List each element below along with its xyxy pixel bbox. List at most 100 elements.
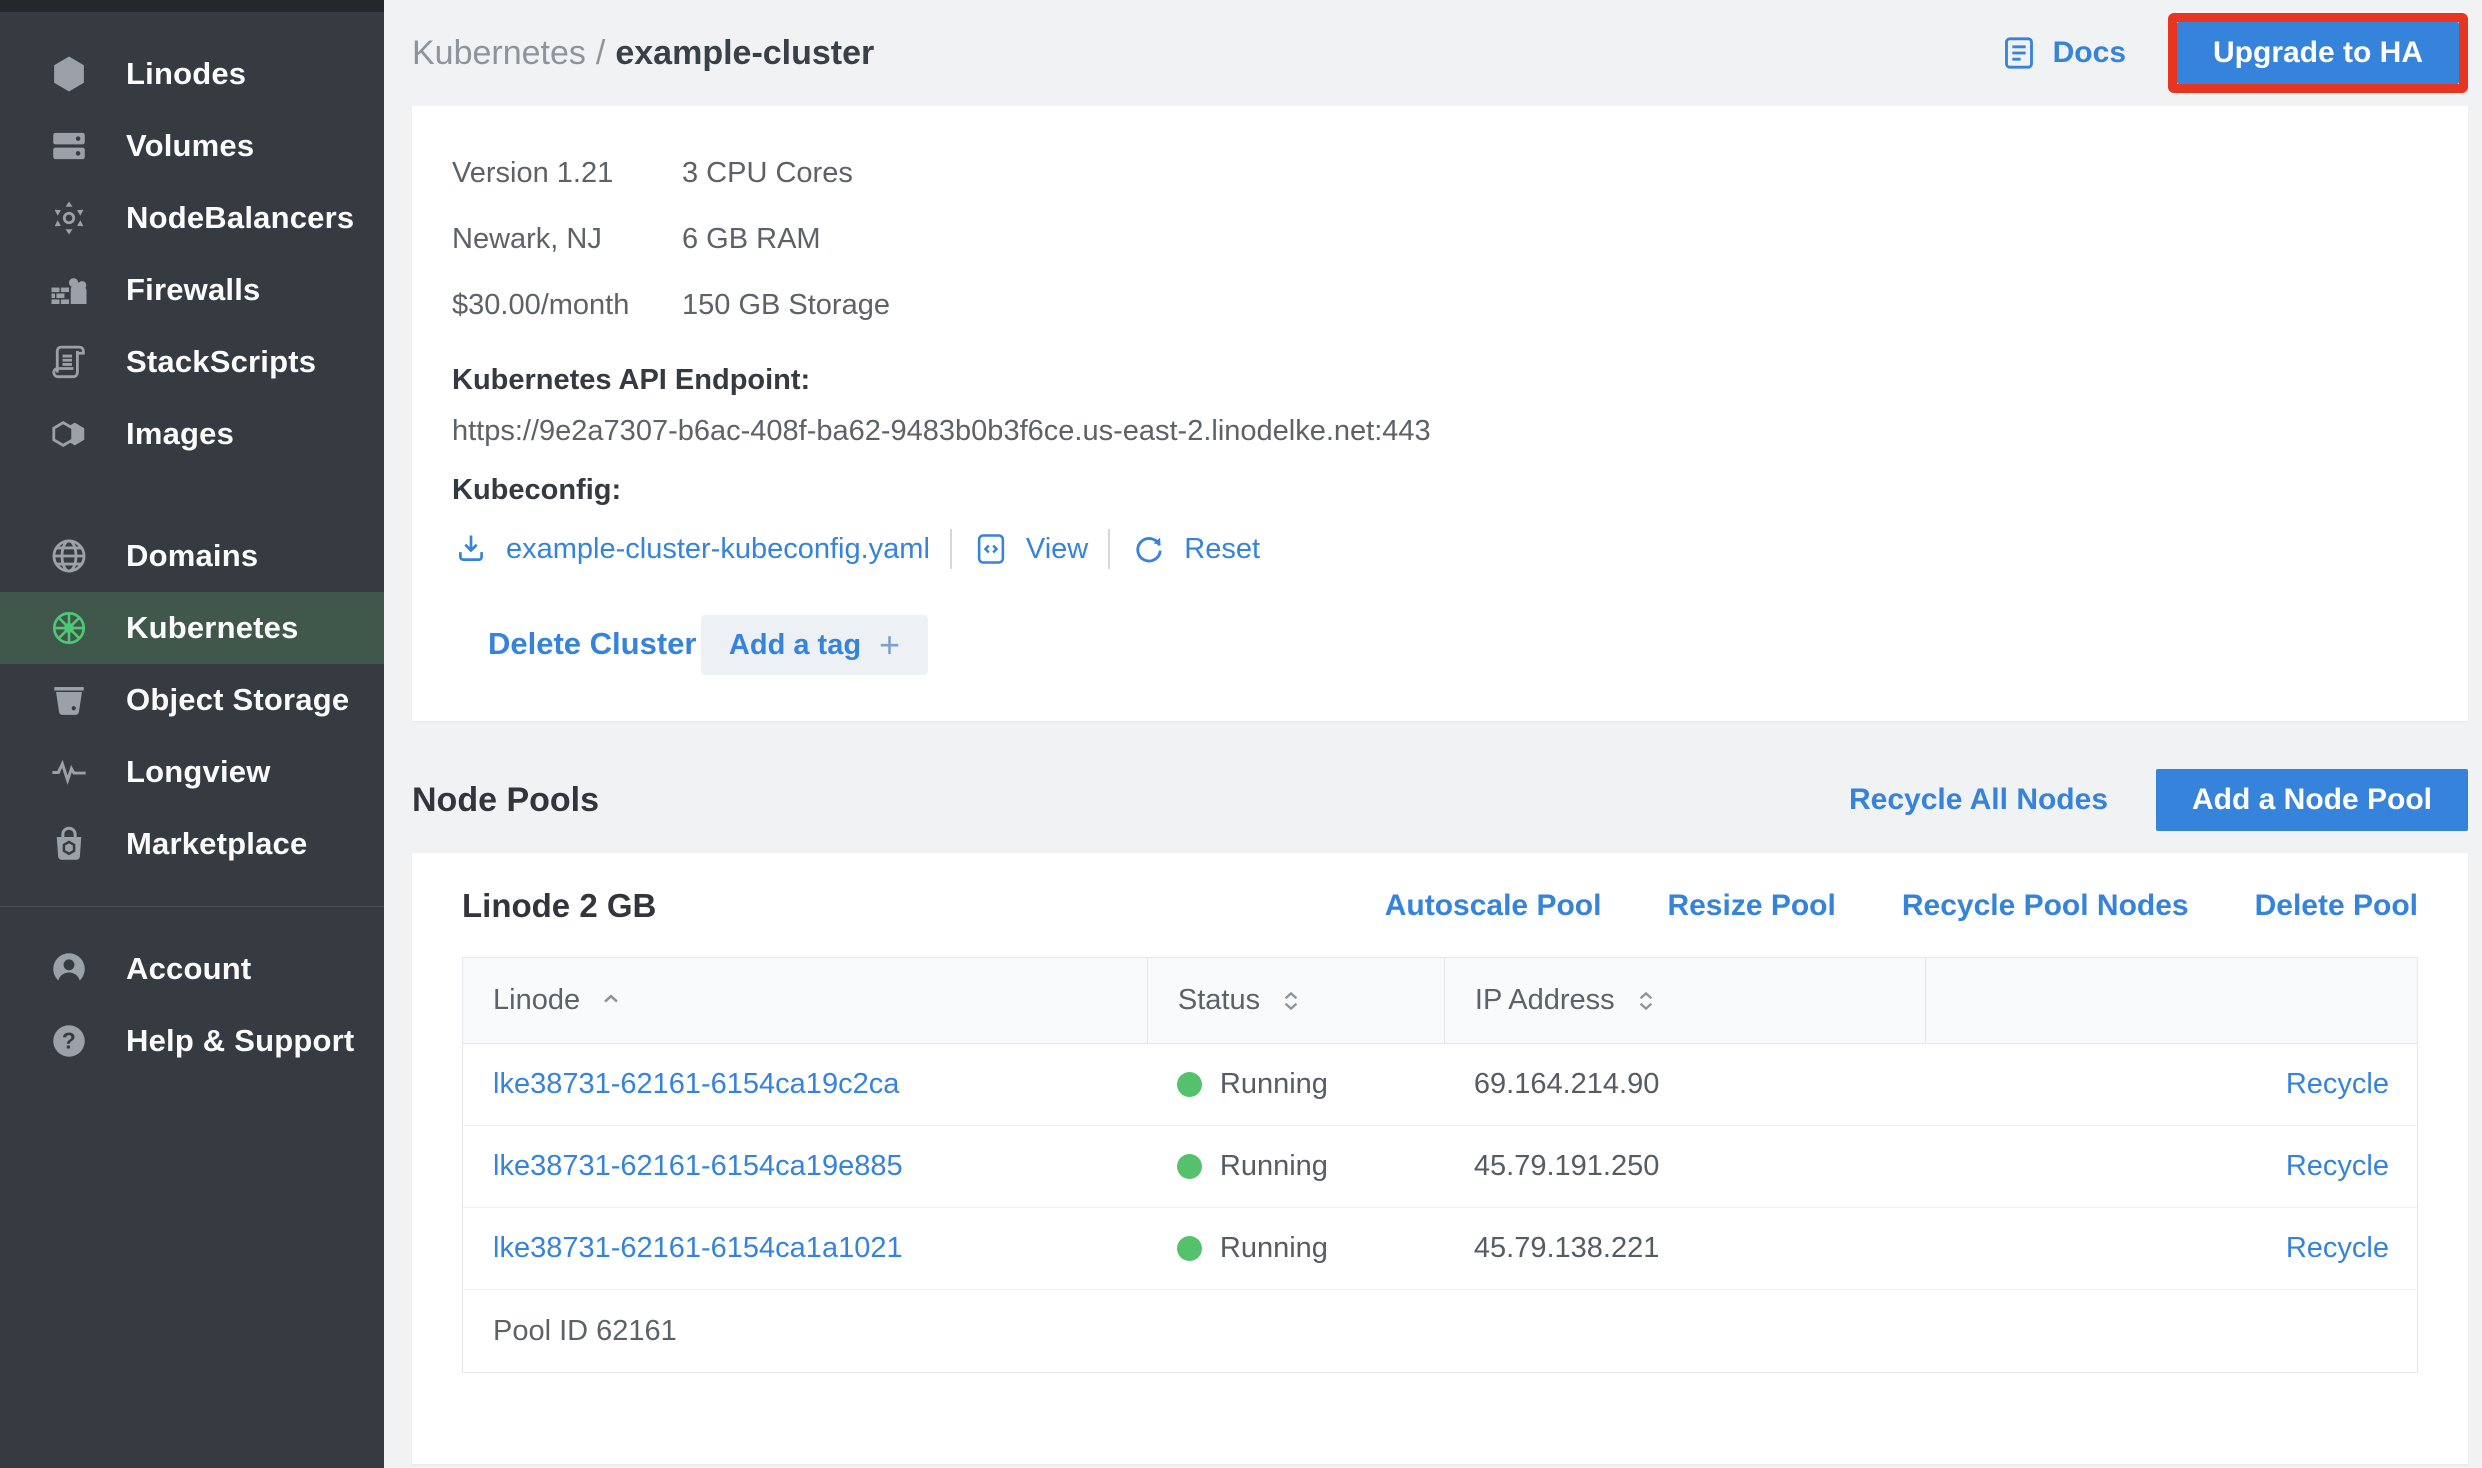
sidebar-top-strip: [0, 0, 384, 12]
cluster-region: Newark, NJ: [452, 223, 682, 256]
sidebar-item-label: Domains: [126, 538, 258, 574]
ip-address: 45.79.138.221: [1474, 1232, 1659, 1265]
ip-address: 45.79.191.250: [1474, 1150, 1659, 1183]
pulse-icon: [46, 749, 92, 795]
table-row: lke38731-62161-6154ca19e885 Running 45.7…: [463, 1126, 2417, 1208]
cluster-ram: 6 GB RAM: [682, 223, 821, 256]
autoscale-pool-link[interactable]: Autoscale Pool: [1385, 889, 1602, 923]
recycle-node-link[interactable]: Recycle: [2286, 1068, 2389, 1101]
sidebar-item-linodes[interactable]: Linodes: [0, 38, 384, 110]
reset-label: Reset: [1184, 533, 1260, 566]
sidebar-item-images[interactable]: Images: [0, 398, 384, 470]
sidebar-item-longview[interactable]: Longview: [0, 736, 384, 808]
recycle-all-nodes-link[interactable]: Recycle All Nodes: [1849, 783, 2108, 817]
divider: [950, 529, 952, 569]
pool-id-footer: Pool ID 62161: [463, 1290, 2417, 1372]
api-endpoint-label: Kubernetes API Endpoint:: [452, 364, 2428, 397]
node-pool-card: Linode 2 GB Autoscale Pool Resize Pool R…: [412, 853, 2468, 1464]
page-header: Kubernetes / example-cluster Docs Upgrade …: [412, 0, 2468, 106]
column-header-linode[interactable]: Linode: [463, 958, 1147, 1043]
images-icon: [46, 411, 92, 457]
sidebar-item-domains[interactable]: Domains: [0, 520, 384, 592]
view-label: View: [1026, 533, 1088, 566]
sidebar-item-marketplace[interactable]: Marketplace: [0, 808, 384, 880]
sidebar-group-services: Domains Kubernetes Object Storage Longvi…: [0, 520, 384, 880]
sidebar-item-stackscripts[interactable]: StackScripts: [0, 326, 384, 398]
add-node-pool-button[interactable]: Add a Node Pool: [2156, 769, 2468, 831]
breadcrumb-kubernetes-link[interactable]: Kubernetes: [412, 34, 586, 72]
status-running-dot: [1177, 1072, 1202, 1097]
column-label: IP Address: [1475, 984, 1615, 1017]
nodes-table-header: Linode Status IP Address: [463, 958, 2417, 1044]
sidebar-item-label: NodeBalancers: [126, 200, 354, 236]
node-pools-title: Node Pools: [412, 781, 1849, 820]
user-avatar-icon: [46, 946, 92, 992]
upgrade-highlight-box: Upgrade to HA: [2168, 13, 2468, 93]
kubeconfig-download-link[interactable]: example-cluster-kubeconfig.yaml: [452, 530, 930, 568]
main-content: Kubernetes / example-cluster Docs Upgrade …: [384, 0, 2482, 1468]
sidebar-item-label: Account: [126, 951, 251, 987]
recycle-pool-nodes-link[interactable]: Recycle Pool Nodes: [1902, 889, 2189, 923]
breadcrumb-cluster-name: example-cluster: [615, 34, 874, 72]
header-actions: Docs Upgrade to HA: [1999, 13, 2468, 93]
status-text: Running: [1220, 1150, 1328, 1183]
node-link[interactable]: lke38731-62161-6154ca19c2ca: [493, 1068, 899, 1101]
recycle-node-link[interactable]: Recycle: [2286, 1150, 2389, 1183]
sidebar-divider: [0, 906, 384, 907]
stackscripts-icon: [46, 339, 92, 385]
kubernetes-wheel-icon: [46, 605, 92, 651]
delete-cluster-button[interactable]: Delete Cluster: [488, 626, 696, 662]
cluster-summary-panel: Version 1.21 3 CPU Cores Newark, NJ 6 GB…: [412, 106, 2468, 721]
delete-pool-link[interactable]: Delete Pool: [2255, 889, 2418, 923]
kubeconfig-view-link[interactable]: View: [972, 530, 1088, 568]
question-circle-icon: ?: [46, 1018, 92, 1064]
breadcrumb-separator: /: [596, 34, 605, 72]
nodebalancers-icon: [46, 195, 92, 241]
column-label: Status: [1178, 984, 1260, 1017]
sort-both-icon: [1278, 986, 1304, 1016]
add-tag-label: Add a tag: [729, 629, 861, 662]
column-header-empty: [1925, 958, 2417, 1043]
sidebar: Linodes Volumes NodeBalancers Firewalls: [0, 0, 384, 1468]
status-running-dot: [1177, 1154, 1202, 1179]
sidebar-item-label: Images: [126, 416, 234, 452]
sidebar-item-kubernetes[interactable]: Kubernetes: [0, 592, 384, 664]
spec-row: Version 1.21 3 CPU Cores: [452, 140, 2428, 206]
sidebar-item-firewalls[interactable]: Firewalls: [0, 254, 384, 326]
column-header-status[interactable]: Status: [1147, 958, 1444, 1043]
sidebar-item-label: Help & Support: [126, 1023, 354, 1059]
node-link[interactable]: lke38731-62161-6154ca19e885: [493, 1150, 903, 1183]
sidebar-item-label: Volumes: [126, 128, 254, 164]
add-tag-button[interactable]: Add a tag +: [701, 615, 928, 675]
sidebar-item-nodebalancers[interactable]: NodeBalancers: [0, 182, 384, 254]
column-header-ip-address[interactable]: IP Address: [1444, 958, 1925, 1043]
column-label: Linode: [493, 984, 580, 1017]
divider: [1108, 529, 1110, 569]
pool-name: Linode 2 GB: [462, 887, 1385, 925]
upgrade-to-ha-button[interactable]: Upgrade to HA: [2177, 22, 2459, 84]
sidebar-item-label: Marketplace: [126, 826, 307, 862]
docs-link[interactable]: Docs: [1999, 33, 2126, 73]
kubeconfig-label: Kubeconfig:: [452, 474, 2428, 507]
table-row: lke38731-62161-6154ca19c2ca Running 69.1…: [463, 1044, 2417, 1126]
plus-icon: +: [879, 624, 900, 666]
sidebar-item-object-storage[interactable]: Object Storage: [0, 664, 384, 736]
download-icon: [452, 530, 490, 568]
sidebar-item-account[interactable]: Account: [0, 933, 384, 1005]
kubeconfig-reset-link[interactable]: Reset: [1130, 530, 1260, 568]
sidebar-item-label: Kubernetes: [126, 610, 299, 646]
sidebar-item-volumes[interactable]: Volumes: [0, 110, 384, 182]
sidebar-item-help-support[interactable]: ? Help & Support: [0, 1005, 384, 1077]
breadcrumb: Kubernetes / example-cluster: [412, 34, 874, 73]
app-root: Linodes Volumes NodeBalancers Firewalls: [0, 0, 2482, 1468]
node-pools-header: Node Pools Recycle All Nodes Add a Node …: [412, 769, 2468, 831]
sidebar-item-label: Linodes: [126, 56, 246, 92]
resize-pool-link[interactable]: Resize Pool: [1667, 889, 1835, 923]
status-text: Running: [1220, 1232, 1328, 1265]
cluster-storage: 150 GB Storage: [682, 289, 890, 322]
volumes-icon: [46, 123, 92, 169]
pool-actions: Autoscale Pool Resize Pool Recycle Pool …: [1385, 889, 2418, 923]
node-link[interactable]: lke38731-62161-6154ca1a1021: [493, 1232, 903, 1265]
svg-text:?: ?: [62, 1028, 76, 1054]
recycle-node-link[interactable]: Recycle: [2286, 1232, 2389, 1265]
